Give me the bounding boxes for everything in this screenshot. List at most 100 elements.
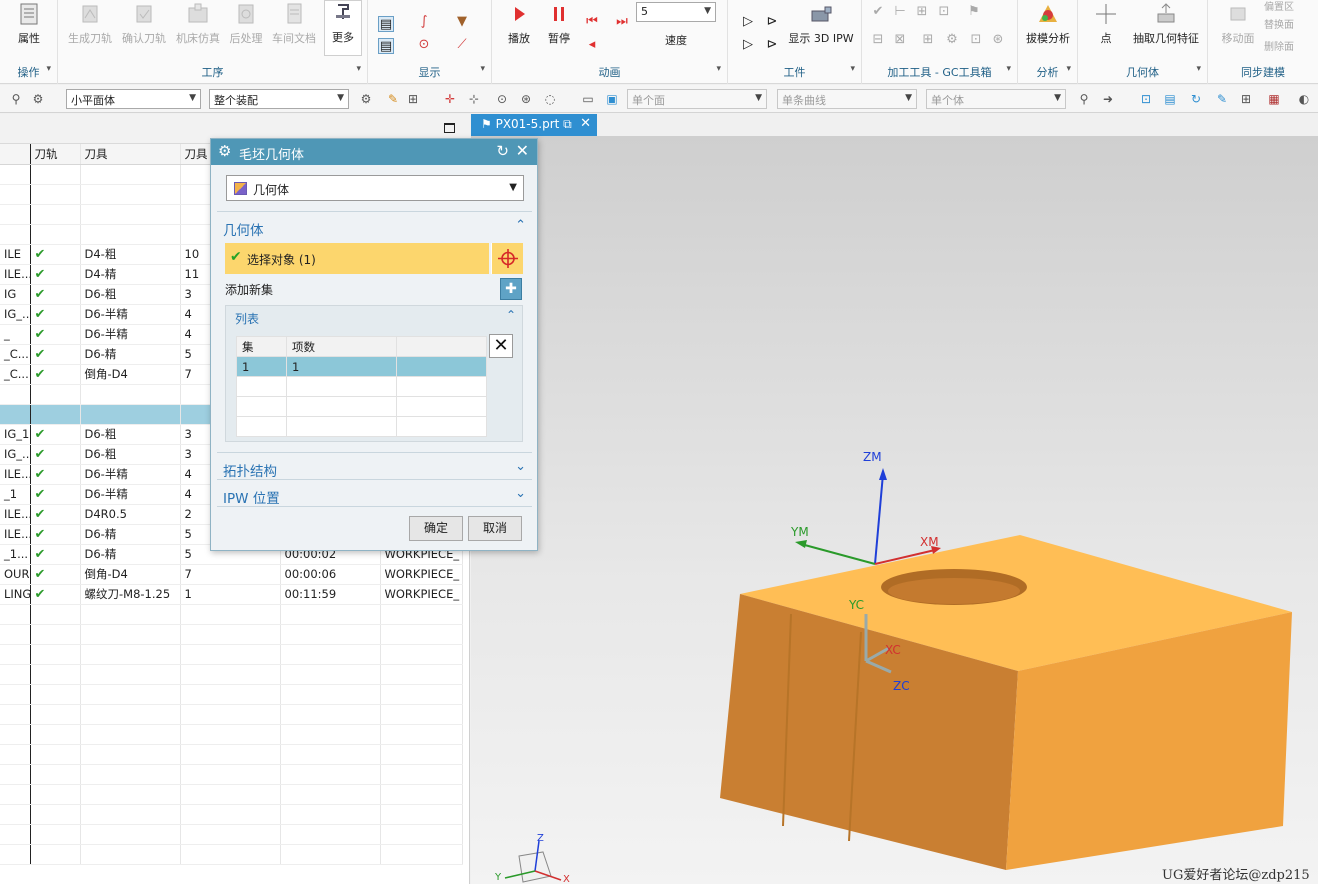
view-icon-3[interactable]: ⊡ bbox=[1138, 91, 1154, 107]
move-face-button[interactable]: 移动面 bbox=[1218, 2, 1258, 46]
path-display2-icon[interactable]: ▤ bbox=[378, 38, 394, 54]
gc-tool10-icon[interactable]: ⊡ bbox=[968, 32, 984, 48]
view-icon-5[interactable]: ✎ bbox=[1214, 91, 1230, 107]
maximize-icon[interactable] bbox=[444, 123, 455, 133]
view-icon-7[interactable]: ▦ bbox=[1266, 91, 1282, 107]
path-status-cell: ✔ bbox=[30, 544, 81, 565]
list-row[interactable]: 1 1 bbox=[236, 356, 487, 377]
column-header-name[interactable] bbox=[0, 144, 31, 165]
snap-icon-9[interactable]: ▭ bbox=[580, 91, 596, 107]
topology-section-header[interactable]: 拓扑结构 ⌄ bbox=[217, 457, 532, 480]
tab-pin-icon[interactable]: ⧉ bbox=[563, 117, 572, 131]
point-button[interactable]: 点 bbox=[1088, 2, 1124, 46]
column-header-path[interactable]: 刀轨 bbox=[30, 144, 81, 165]
view-icon-8[interactable]: ◐ bbox=[1296, 91, 1312, 107]
gc-tool3-icon[interactable]: ⊞ bbox=[914, 4, 930, 20]
generate-path-button[interactable]: 生成刀轨 bbox=[64, 2, 116, 46]
gear-icon[interactable]: ⚙ bbox=[218, 142, 231, 160]
ok-button[interactable]: 确定 bbox=[409, 516, 463, 541]
snap-icon-1[interactable]: ⚙ bbox=[358, 91, 374, 107]
ipw-small2-icon[interactable]: ⊳ bbox=[764, 14, 780, 30]
step-back-icon[interactable]: ⏮ bbox=[584, 14, 600, 30]
view-icon-6[interactable]: ⊞ bbox=[1238, 91, 1254, 107]
reset-icon[interactable]: ↻ bbox=[496, 142, 509, 160]
gc-tool8-icon[interactable]: ⊞ bbox=[920, 32, 936, 48]
snap-icon-7[interactable]: ⊛ bbox=[518, 91, 534, 107]
select-object-row[interactable]: ✔ 选择对象 (1) bbox=[225, 243, 489, 274]
generate-path-icon bbox=[82, 5, 98, 23]
file-tab[interactable]: ⚑ PX01-5.prt ⧉ ✕ bbox=[471, 114, 597, 136]
more-button[interactable]: 更多 bbox=[324, 0, 362, 56]
operation-row[interactable]: OUR ✔ 倒角-D4 7 00:00:06 WORKPIECE_ bbox=[0, 564, 463, 585]
gc-tool9-icon[interactable]: ⚙ bbox=[944, 32, 960, 48]
filter-icon[interactable]: ⚲ bbox=[8, 91, 24, 107]
select-object-button[interactable] bbox=[491, 243, 523, 274]
chevron-up-icon[interactable]: ⌃ bbox=[506, 308, 516, 322]
view-icon-1[interactable]: ⚲ bbox=[1076, 91, 1092, 107]
operation-row[interactable]: LING ✔ 螺纹刀-M8-1.25 1 00:11:59 WORKPIECE_ bbox=[0, 584, 463, 605]
snap-icon-2[interactable]: ✎ bbox=[385, 91, 401, 107]
geometry-section-header[interactable]: 几何体 ⌃ bbox=[217, 216, 532, 239]
snap-icon-4[interactable]: ✛ bbox=[442, 91, 458, 107]
graphics-viewport[interactable]: ZM YM XM YC XC ZC Z Y X bbox=[471, 136, 1318, 884]
body-rule-select[interactable]: 单个体 ▼ bbox=[926, 89, 1066, 109]
line-icon[interactable]: ⟋ bbox=[454, 37, 470, 53]
shop-doc-button[interactable]: 车间文档 bbox=[268, 2, 320, 46]
properties-button[interactable]: 属性 bbox=[12, 2, 46, 46]
rewind-icon[interactable]: ◂ bbox=[584, 37, 600, 53]
draft-analysis-button[interactable]: 拔模分析 bbox=[1020, 2, 1076, 46]
path-display-icon[interactable]: ▤ bbox=[378, 16, 394, 32]
type-filter-select[interactable]: 小平面体 ▼ bbox=[66, 89, 201, 109]
play-button[interactable]: 播放 bbox=[502, 2, 536, 46]
extract-geometry-button[interactable]: 抽取几何特征 bbox=[1128, 2, 1204, 46]
selection-scope-select[interactable]: 整个装配 ▼ bbox=[209, 89, 349, 109]
delete-set-button[interactable]: ✕ bbox=[489, 334, 513, 358]
tool-icon[interactable]: ▼ bbox=[454, 14, 470, 30]
target-icon[interactable]: ⊙ bbox=[416, 37, 432, 53]
check-icon: ✔ bbox=[34, 306, 46, 322]
postprocess-button[interactable]: 后处理 bbox=[226, 2, 266, 46]
snap-icon-3[interactable]: ⊞ bbox=[405, 91, 421, 107]
rotate-icon[interactable]: ↻ bbox=[1188, 91, 1204, 107]
cancel-button[interactable]: 取消 bbox=[468, 516, 522, 541]
gc-tool11-icon[interactable]: ⊛ bbox=[990, 32, 1006, 48]
ipw-small3-icon[interactable]: ▷ bbox=[740, 37, 756, 53]
operation-name: OUR bbox=[0, 564, 31, 585]
settings-icon[interactable]: ⚙ bbox=[30, 91, 46, 107]
view-icon-4[interactable]: ▤ bbox=[1162, 91, 1178, 107]
triad-label-x: X bbox=[563, 874, 570, 884]
gc-tool7-icon[interactable]: ⊠ bbox=[892, 32, 908, 48]
column-header-tool[interactable]: 刀具 bbox=[80, 144, 181, 165]
delete-face-button[interactable]: 删除面 bbox=[1264, 38, 1318, 53]
snap-icon-8[interactable]: ◌ bbox=[542, 91, 558, 107]
snap-icon-10[interactable]: ▣ bbox=[604, 91, 620, 107]
offset-region-button[interactable]: 偏置区 bbox=[1264, 0, 1318, 13]
close-icon[interactable]: ✕ bbox=[516, 141, 529, 160]
add-new-set-button[interactable]: ✚ bbox=[500, 278, 522, 300]
snap-icon-5[interactable]: ⊹ bbox=[466, 91, 482, 107]
show-3d-ipw-button[interactable]: 显示 3D IPW bbox=[786, 2, 856, 46]
dialog-titlebar[interactable]: ⚙ 毛坯几何体 ↻ ✕ bbox=[211, 139, 537, 165]
divider bbox=[217, 479, 532, 480]
snap-icon-6[interactable]: ⊙ bbox=[494, 91, 510, 107]
ipw-position-section-header[interactable]: IPW 位置 ⌄ bbox=[217, 484, 532, 507]
pause-button[interactable]: 暂停 bbox=[542, 2, 576, 46]
view-icon-2[interactable]: ➜ bbox=[1100, 91, 1116, 107]
curve-rule-select[interactable]: 单条曲线 ▼ bbox=[777, 89, 917, 109]
gc-tool6-icon[interactable]: ⊟ bbox=[870, 32, 886, 48]
ipw-small4-icon[interactable]: ⊳ bbox=[764, 37, 780, 53]
curve-icon[interactable]: ∫ bbox=[416, 14, 432, 30]
gc-tool1-icon[interactable]: ✔ bbox=[870, 4, 886, 20]
replace-face-button[interactable]: 替换面 bbox=[1264, 16, 1318, 31]
gc-tool2-icon[interactable]: ⊢ bbox=[892, 4, 908, 20]
speed-select[interactable]: 5 ▼ bbox=[636, 2, 716, 22]
face-rule-select[interactable]: 单个面 ▼ bbox=[627, 89, 767, 109]
gc-tool4-icon[interactable]: ⊡ bbox=[936, 4, 952, 20]
step-forward-icon[interactable]: ⏭ bbox=[614, 14, 630, 30]
geometry-type-select[interactable]: 几何体 ▼ bbox=[226, 175, 524, 201]
ipw-small1-icon[interactable]: ▷ bbox=[740, 14, 756, 30]
close-tab-icon[interactable]: ✕ bbox=[580, 116, 591, 131]
gc-tool5-icon[interactable]: ⚑ bbox=[966, 4, 982, 20]
machine-sim-button[interactable]: 机床仿真 bbox=[172, 2, 224, 46]
verify-path-button[interactable]: 确认刀轨 bbox=[118, 2, 170, 46]
